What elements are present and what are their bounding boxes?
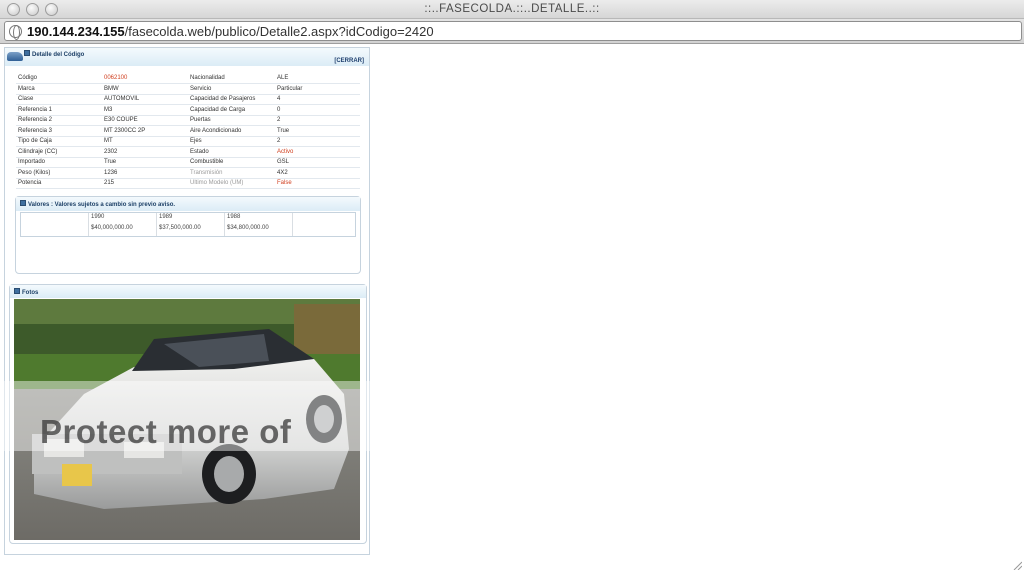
spec-value: 2	[275, 115, 360, 126]
spec-label: Código	[16, 73, 102, 84]
values-section: Valores : Valores sujetos a cambio sin p…	[15, 196, 361, 274]
detail-panel-title: Detalle del Código	[24, 50, 84, 58]
spec-label: Marca	[16, 83, 102, 95]
spec-value: True	[102, 157, 188, 168]
spec-value: ALE	[275, 73, 360, 84]
value-price: $40,000,000.00	[91, 225, 133, 231]
spec-label: Ultimo Modelo (UM)	[188, 178, 275, 189]
close-link[interactable]: [CERRAR]	[334, 58, 364, 64]
value-price: $34,800,000.00	[227, 225, 269, 231]
spec-label: Potencia	[16, 178, 102, 189]
spec-label: Peso (Kilos)	[16, 167, 102, 179]
window-title: ::..FASECOLDA.::..DETALLE..::	[424, 3, 600, 15]
spec-row: Potencia 215 Ultimo Modelo (UM) False	[16, 178, 360, 189]
spec-value: 0062100	[102, 73, 188, 84]
spec-value: 215	[102, 178, 188, 189]
spec-row: Marca BMW Servicio Particular	[16, 83, 360, 95]
spec-value: 4X2	[275, 167, 360, 179]
values-header: Valores : Valores sujetos a cambio sin p…	[16, 197, 360, 211]
spec-label: Cilindraje (CC)	[16, 146, 102, 158]
spec-label: Transmisión	[188, 167, 275, 179]
detail-panel: Detalle del Código [CERRAR] Código 006210…	[4, 47, 370, 555]
spec-value: 0	[275, 104, 360, 116]
resize-grip-icon[interactable]	[1012, 560, 1022, 570]
car-icon	[7, 52, 23, 61]
values-empty-cell	[21, 213, 89, 236]
url-field[interactable]: 190.144.234.155/fasecolda.web/publico/De…	[4, 21, 1022, 41]
spec-label: Combustible	[188, 157, 275, 168]
watermark-text: Protect more of	[40, 413, 292, 450]
url-path: /fasecolda.web/publico/Detalle2.aspx?idC…	[124, 24, 434, 39]
spec-label: Capacidad de Carga	[188, 104, 275, 116]
specs-table: Código 0062100 Nacionalidad ALE Marca BMW Serv…	[16, 73, 360, 189]
spec-label: Aire Acondicionado	[188, 125, 275, 137]
spec-label: Importado	[16, 157, 102, 168]
spec-row: Peso (Kilos) 1236 Transmisión 4X2	[16, 167, 360, 179]
spec-label: Estado	[188, 146, 275, 158]
photos-title-text: Fotos	[22, 290, 39, 296]
spec-label: Nacionalidad	[188, 73, 275, 84]
spec-value: Particular	[275, 83, 360, 95]
spec-label: Referencia 1	[16, 104, 102, 116]
values-title: Valores : Valores sujetos a cambio sin p…	[20, 200, 175, 208]
bullet-icon	[20, 200, 26, 206]
spec-label: Referencia 2	[16, 115, 102, 126]
spec-label: Referencia 3	[16, 125, 102, 137]
value-price: $37,500,000.00	[159, 225, 201, 231]
spec-label: Ejes	[188, 136, 275, 147]
spec-value: 2	[275, 136, 360, 147]
value-cell: 1988 $34,800,000.00	[225, 213, 293, 236]
spec-label: Tipo de Caja	[16, 136, 102, 147]
page-content: Detalle del Código [CERRAR] Código 006210…	[0, 45, 1024, 572]
spec-row: Referencia 3 MT 2300CC 2P Aire Acondiciona…	[16, 125, 360, 137]
values-grid: 1990 $40,000,000.00 1989 $37,500,000.00 …	[20, 212, 356, 237]
bullet-icon	[24, 50, 30, 56]
spec-value: MT 2300CC 2P	[102, 125, 188, 137]
spec-value: False	[275, 178, 360, 189]
spec-value: BMW	[102, 83, 188, 95]
spec-value: GSL	[275, 157, 360, 168]
window-titlebar: ::..FASECOLDA.::..DETALLE..::	[0, 0, 1024, 19]
spec-value: True	[275, 125, 360, 137]
value-year: 1990	[91, 214, 105, 220]
spec-value: M3	[102, 104, 188, 116]
spec-row: Cilindraje (CC) 2302 Estado Activo	[16, 146, 360, 158]
spec-value: Activo	[275, 146, 360, 158]
spec-row: Tipo de Caja MT Ejes 2	[16, 136, 360, 147]
globe-icon	[9, 25, 22, 40]
bullet-icon	[14, 288, 20, 294]
spec-value: E30 COUPE	[102, 115, 188, 126]
values-title-text: Valores : Valores sujetos a cambio sin p…	[28, 202, 176, 208]
address-bar: 190.144.234.155/fasecolda.web/publico/De…	[0, 19, 1024, 44]
spec-row: Importado True Combustible GSL	[16, 157, 360, 168]
value-cell: 1990 $40,000,000.00	[89, 213, 157, 236]
spec-value: AUTOMOVIL	[102, 94, 188, 105]
photos-title: Fotos	[14, 288, 38, 296]
spec-label: Servicio	[188, 83, 275, 95]
spec-value: MT	[102, 136, 188, 147]
detail-panel-header: Detalle del Código [CERRAR]	[5, 48, 369, 66]
spec-row: Referencia 2 E30 COUPE Puertas 2	[16, 115, 360, 126]
value-year: 1989	[159, 214, 173, 220]
spec-value: 4	[275, 94, 360, 105]
spec-label: Puertas	[188, 115, 275, 126]
detail-title-text: Detalle del Código	[32, 52, 85, 58]
value-year: 1988	[227, 214, 241, 220]
spec-row: Clase AUTOMOVIL Capacidad de Pasajeros 4	[16, 94, 360, 105]
spec-value: 2302	[102, 146, 188, 158]
value-cell: 1989 $37,500,000.00	[157, 213, 225, 236]
spec-row: Código 0062100 Nacionalidad ALE	[16, 73, 360, 84]
photos-header: Fotos	[10, 285, 366, 298]
spec-value: 1236	[102, 167, 188, 179]
spec-label: Clase	[16, 94, 102, 105]
spec-label: Capacidad de Pasajeros	[188, 94, 275, 105]
url-text[interactable]: 190.144.234.155/fasecolda.web/publico/De…	[27, 24, 434, 39]
spec-row: Referencia 1 M3 Capacidad de Carga 0	[16, 104, 360, 116]
url-host: 190.144.234.155	[27, 24, 125, 39]
